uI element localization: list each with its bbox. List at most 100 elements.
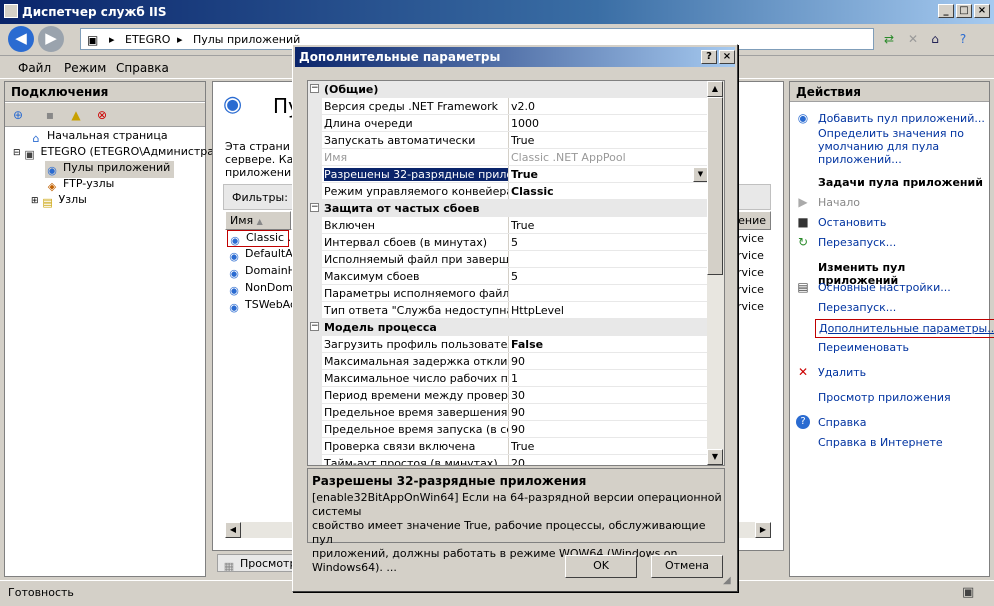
property-value[interactable]: 90 — [511, 406, 707, 419]
menu-help[interactable]: Справка — [116, 61, 169, 75]
home-icon[interactable]: ⌂ — [926, 30, 944, 48]
forward-arrow-icon[interactable]: ▶ — [38, 26, 64, 52]
property-row[interactable]: Запускать автоматически True — [308, 132, 709, 149]
stop-icon[interactable]: ✕ — [904, 30, 922, 48]
action-rename[interactable]: Переименовать — [818, 341, 909, 354]
property-row[interactable]: Исполняемый файл при завершении — [308, 251, 709, 268]
property-value[interactable]: HttpLevel — [511, 304, 707, 317]
property-row[interactable]: Тайм-аут простоя (в минутах) 20 — [308, 455, 709, 465]
table-row[interactable]: ◉ NonDoma — [227, 281, 299, 298]
property-row-selected[interactable]: Разрешены 32-разрядные приложенияTrue▼ — [308, 166, 709, 183]
tree-item-server[interactable]: ⊟ ▣ ETEGRO (ETEGRO\Администрат — [13, 145, 220, 162]
property-row[interactable]: Предельное время запуска (в секун90 — [308, 421, 709, 438]
scroll-left-icon[interactable]: ◀ — [225, 522, 241, 538]
collapse-icon[interactable]: ⊟ — [13, 148, 21, 158]
scroll-right-icon[interactable]: ▶ — [755, 522, 771, 538]
property-value[interactable]: False — [511, 338, 707, 351]
scroll-up-icon[interactable]: ▲ — [707, 81, 723, 97]
table-row[interactable]: ◉ Classic .N — [227, 230, 299, 247]
scroll-down-icon[interactable]: ▼ — [707, 449, 723, 465]
collapse-icon[interactable]: − — [310, 84, 319, 93]
action-stop[interactable]: Остановить — [818, 216, 886, 229]
save-icon[interactable]: ▪ — [41, 106, 59, 124]
up-folder-icon[interactable]: ▲ — [67, 106, 85, 124]
property-row[interactable]: Максимальная задержка отклика пр90 — [308, 353, 709, 370]
action-basic-settings[interactable]: Основные настройки... — [818, 281, 951, 294]
action-advanced-settings[interactable]: Дополнительные параметры... — [815, 319, 994, 338]
property-row[interactable]: Длина очереди 1000 — [308, 115, 709, 132]
tree-item-ftp[interactable]: ◈ FTP-узлы — [45, 177, 115, 194]
tree-item-start-page[interactable]: ⌂ Начальная страница — [29, 129, 168, 146]
property-value[interactable]: 1 — [511, 372, 707, 385]
property-value[interactable]: 5 — [511, 236, 707, 249]
dialog-close-button[interactable]: × — [719, 50, 735, 64]
property-row[interactable]: Проверка связи включена True — [308, 438, 709, 455]
table-row[interactable]: ◉ DefaultAp — [227, 247, 300, 264]
property-row[interactable]: Интервал сбоев (в минутах) 5 — [308, 234, 709, 251]
back-arrow-icon[interactable]: ◀ — [8, 26, 34, 52]
help-icon[interactable]: ? — [954, 30, 972, 48]
action-view-apps[interactable]: Просмотр приложения — [818, 391, 951, 404]
view-tab[interactable]: ▦ Просмотр — [217, 554, 297, 572]
dialog-help-button[interactable]: ? — [701, 50, 717, 64]
refresh-icon[interactable]: ⇄ — [880, 30, 898, 48]
connect-icon[interactable]: ⊕ — [9, 106, 27, 124]
action-set-defaults[interactable]: Определить значения по умолчанию для пул… — [818, 127, 964, 166]
property-value[interactable]: 90 — [511, 423, 707, 436]
property-row[interactable]: Предельное время завершения рабо90 — [308, 404, 709, 421]
action-delete[interactable]: Удалить — [818, 366, 866, 379]
ok-button[interactable]: OK — [565, 555, 637, 578]
property-row[interactable]: Параметры исполняемого файла при — [308, 285, 709, 302]
menu-view[interactable]: Режим — [64, 61, 106, 75]
property-row[interactable]: Максимум сбоев 5 — [308, 268, 709, 285]
property-row[interactable]: Имя Classic .NET AppPool — [308, 149, 709, 166]
action-start[interactable]: Начало — [818, 196, 860, 209]
property-row[interactable]: Тип ответа "Служба недоступна" HttpLevel — [308, 302, 709, 319]
disconnect-icon[interactable]: ⊗ — [93, 106, 111, 124]
property-category[interactable]: − (Общие) — [308, 81, 709, 98]
property-value[interactable]: True — [511, 219, 707, 232]
property-value[interactable]: Classic .NET AppPool — [511, 151, 707, 164]
scroll-thumb[interactable] — [707, 97, 723, 275]
breadcrumb-server[interactable]: ETEGRO — [125, 33, 170, 46]
breadcrumb-app-pools[interactable]: Пулы приложений — [193, 33, 300, 46]
collapse-icon[interactable]: − — [310, 203, 319, 212]
action-online-help[interactable]: Справка в Интернете — [818, 436, 943, 449]
table-row[interactable]: ◉ TSWebAc — [227, 298, 296, 315]
menu-file[interactable]: Файл — [18, 61, 51, 75]
expand-icon[interactable]: ⊞ — [31, 196, 39, 206]
property-value[interactable]: 90 — [511, 355, 707, 368]
property-row[interactable]: Период времени между проверками30 — [308, 387, 709, 404]
property-grid-scrollbar[interactable]: ▲ ▼ — [707, 81, 724, 465]
property-row[interactable]: Режим управляемого конвейера Classic — [308, 183, 709, 200]
property-value[interactable]: v2.0 — [511, 100, 707, 113]
tree-item-sites[interactable]: ⊞ ▤ Узлы — [31, 193, 87, 210]
maximize-button[interactable]: □ — [956, 4, 972, 18]
cancel-button[interactable]: Отмена — [651, 555, 723, 578]
property-value[interactable]: 30 — [511, 389, 707, 402]
property-row[interactable]: Максимальное число рабочих проце1 — [308, 370, 709, 387]
property-value[interactable]: 5 — [511, 270, 707, 283]
action-recycle[interactable]: Перезапуск... — [818, 236, 896, 249]
tree-item-app-pools[interactable]: ◉ Пулы приложений — [45, 161, 175, 178]
property-row[interactable]: Загрузить профиль пользователя False — [308, 336, 709, 353]
property-value[interactable]: True — [511, 168, 707, 181]
minimize-button[interactable]: _ — [938, 4, 954, 18]
dropdown-arrow-icon[interactable]: ▼ — [693, 167, 708, 182]
property-row[interactable]: Включен True — [308, 217, 709, 234]
column-header-name[interactable]: Имя ▲ — [225, 211, 291, 230]
property-value[interactable]: True — [511, 440, 707, 453]
property-value[interactable]: 20 — [511, 457, 707, 465]
collapse-icon[interactable]: − — [310, 322, 319, 331]
action-recycle-settings[interactable]: Перезапуск... — [818, 301, 896, 314]
close-button[interactable]: × — [974, 4, 990, 18]
table-row[interactable]: ◉ DomainHi — [227, 264, 299, 281]
resize-grip-icon[interactable]: ◢ — [723, 575, 731, 586]
property-category[interactable]: − Защита от частых сбоев — [308, 200, 709, 217]
action-add-pool[interactable]: Добавить пул приложений... — [818, 112, 985, 125]
property-row[interactable]: Версия среды .NET Framework v2.0 — [308, 98, 709, 115]
property-value[interactable]: Classic — [511, 185, 707, 198]
action-help[interactable]: Справка — [818, 416, 866, 429]
property-category[interactable]: − Модель процесса — [308, 319, 709, 336]
property-value[interactable]: 1000 — [511, 117, 707, 130]
